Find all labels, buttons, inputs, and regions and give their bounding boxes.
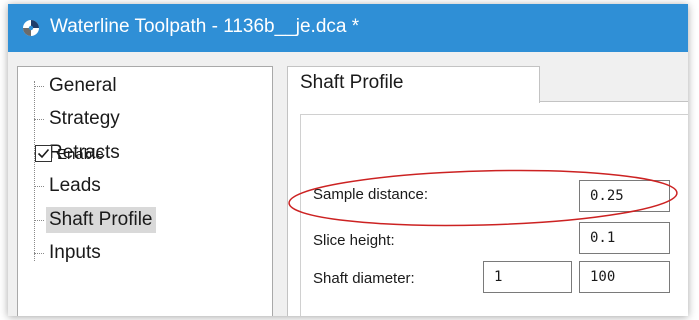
shaft-diameter-label: Shaft diameter:	[313, 270, 415, 287]
tab-label: Shaft Profile	[300, 72, 404, 93]
shaft-diameter-input-1[interactable]: 1	[483, 261, 572, 293]
tree-connector	[34, 220, 44, 221]
enable-label: Enable	[57, 146, 104, 163]
slice-height-input[interactable]: 0.1	[579, 222, 670, 254]
checkmark-icon	[37, 148, 50, 159]
app-logo-icon	[23, 20, 39, 36]
tree-connector	[34, 86, 44, 87]
sample-distance-input[interactable]: 0.25	[579, 180, 670, 212]
tree-item-shaft-profile[interactable]: Shaft Profile	[34, 206, 270, 234]
tab-shaft-profile[interactable]: Shaft Profile	[287, 66, 540, 103]
tree-item-inputs[interactable]: Inputs	[34, 239, 270, 267]
shaft-diameter-input-2[interactable]: 100	[579, 261, 670, 293]
tree-item-label: Shaft Profile	[46, 207, 156, 233]
tree-item-label: General	[49, 75, 117, 96]
tree-connector	[34, 253, 44, 254]
enable-checkbox[interactable]	[35, 145, 52, 162]
tree-item-label: Inputs	[49, 242, 101, 263]
tree-connector	[34, 119, 44, 120]
tree-item-label: Strategy	[49, 108, 120, 129]
slice-height-label: Slice height:	[313, 232, 395, 249]
tree-item-strategy[interactable]: Strategy	[34, 105, 270, 133]
tree-item-label: Leads	[49, 175, 101, 196]
tree-connector	[34, 186, 44, 187]
title-bar[interactable]: Waterline Toolpath - 1136b__je.dca *	[8, 4, 688, 52]
tree-item-general[interactable]: General	[34, 72, 270, 100]
sample-distance-label: Sample distance:	[313, 186, 429, 203]
settings-tree: General Strategy Retracts Leads Shaft Pr…	[17, 66, 273, 316]
tree-item-leads[interactable]: Leads	[34, 172, 270, 200]
window-title: Waterline Toolpath - 1136b__je.dca *	[50, 16, 360, 37]
